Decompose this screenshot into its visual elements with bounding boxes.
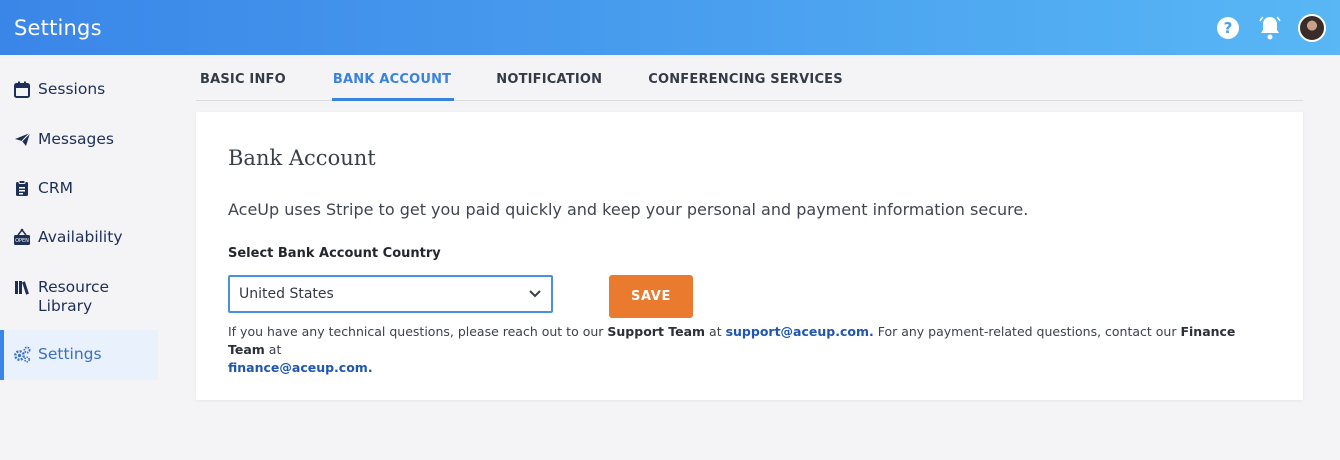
top-bar: Settings ? (0, 0, 1340, 55)
sidebar-item-sessions[interactable]: Sessions (0, 80, 158, 102)
sidebar-item-label: Availability (38, 228, 123, 246)
help-text-part: at (705, 324, 726, 339)
help-text-part: at (264, 342, 282, 357)
tab-bank-account[interactable]: BANK ACCOUNT (331, 64, 455, 101)
country-select-value: United States (239, 286, 334, 302)
sidebar-item-messages[interactable]: Messages (0, 130, 158, 152)
support-team-label: Support Team (607, 324, 706, 339)
finance-email-link[interactable]: finance@aceup.com. (228, 360, 373, 375)
clipboard-icon (13, 179, 31, 197)
gears-icon (13, 345, 31, 363)
svg-text:OPEN: OPEN (15, 238, 29, 244)
sidebar-item-crm[interactable]: CRM (0, 179, 158, 201)
country-select[interactable]: United States (228, 275, 553, 313)
save-button[interactable]: SAVE (609, 275, 693, 318)
avatar[interactable] (1298, 13, 1326, 42)
help-icon[interactable]: ? (1214, 14, 1242, 42)
tab-basic-info[interactable]: BASIC INFO (200, 64, 286, 101)
top-actions: ? (1214, 13, 1326, 42)
chevron-down-icon (528, 285, 542, 303)
support-email-link[interactable]: support@aceup.com. (726, 324, 874, 339)
books-icon (13, 278, 31, 296)
svg-text:?: ? (1224, 19, 1233, 37)
settings-tabs: BASIC INFO BANK ACCOUNT NOTIFICATION CON… (196, 64, 1303, 101)
card-description: AceUp uses Stripe to get you paid quickl… (228, 200, 1029, 219)
bank-account-card: Bank Account AceUp uses Stripe to get yo… (196, 112, 1303, 400)
help-text: If you have any technical questions, ple… (228, 323, 1273, 377)
tab-notification[interactable]: NOTIFICATION (496, 64, 602, 101)
sidebar-item-resource-library[interactable]: Resource Library (0, 278, 158, 318)
calendar-icon (13, 80, 31, 98)
tab-conferencing-services[interactable]: CONFERENCING SERVICES (648, 64, 843, 101)
sidebar-item-label: Resource Library (38, 278, 110, 315)
open-sign-icon: OPEN (13, 228, 31, 246)
country-field-label: Select Bank Account Country (228, 246, 441, 261)
help-text-part: If you have any technical questions, ple… (228, 324, 608, 339)
sidebar-item-label: Messages (38, 130, 115, 148)
card-title: Bank Account (228, 146, 376, 170)
sidebar-item-label: Sessions (38, 80, 106, 98)
sidebar-item-label: CRM (38, 179, 73, 197)
sidebar: Sessions Messages CRM OPEN Availability … (0, 55, 160, 460)
paper-plane-icon (13, 130, 31, 148)
sidebar-item-label: Settings (38, 345, 102, 363)
sidebar-item-settings[interactable]: Settings (0, 330, 158, 380)
help-text-part: For any payment-related questions, conta… (873, 324, 1181, 339)
sidebar-item-availability[interactable]: OPEN Availability (0, 228, 158, 250)
page-title: Settings (14, 15, 102, 40)
bell-icon[interactable] (1256, 14, 1284, 42)
